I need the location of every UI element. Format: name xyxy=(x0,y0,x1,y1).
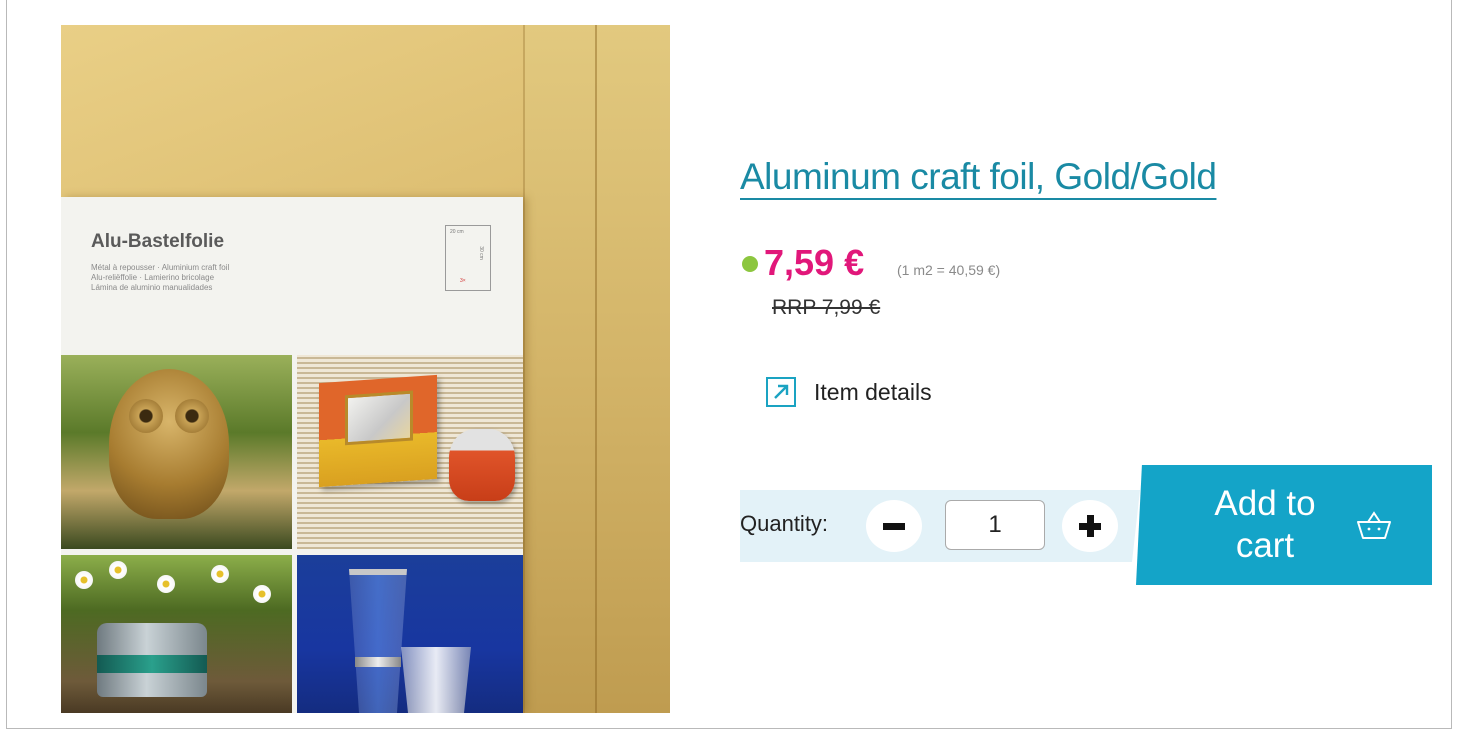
watering-can-photo xyxy=(61,555,292,713)
pack-subtitle: Métal à repousser · Aluminium craft foil… xyxy=(91,263,230,292)
flower xyxy=(211,565,229,583)
flower xyxy=(253,585,271,603)
product-image[interactable]: Alu-Bastelfolie Métal à repousser · Alum… xyxy=(61,25,670,713)
owl-eye xyxy=(129,399,163,433)
add-to-cart-button[interactable]: Add to cart xyxy=(1136,465,1432,585)
owl-photo xyxy=(61,355,292,549)
owl-eye xyxy=(175,399,209,433)
quantity-input[interactable] xyxy=(945,500,1045,550)
pack-title: Alu-Bastelfolie xyxy=(91,231,225,252)
add-to-cart-label: Add to cart xyxy=(1214,484,1316,565)
plus-icon-bar xyxy=(1086,515,1094,537)
increase-quantity-button[interactable] xyxy=(1062,500,1118,552)
owl-figure xyxy=(109,369,229,519)
gift-box-lid xyxy=(345,390,413,446)
pack-size-width: 20 cm xyxy=(450,229,464,235)
pack-size-box: 20 cm 30 cm 3× xyxy=(445,225,491,291)
pack-quantity: 3× xyxy=(460,278,466,284)
rrp-price: RRP 7,99 € xyxy=(772,296,881,319)
vase-photo xyxy=(297,555,523,713)
item-details-link[interactable]: Item details xyxy=(766,374,932,410)
basket-icon xyxy=(1357,511,1391,539)
quantity-label: Quantity: xyxy=(740,511,829,536)
flower xyxy=(157,575,175,593)
glass xyxy=(401,647,471,713)
gift-box xyxy=(319,374,437,488)
item-details-label: Item details xyxy=(814,378,932,405)
product-pack: Alu-Bastelfolie Métal à repousser · Alum… xyxy=(61,197,523,713)
flower xyxy=(75,571,93,589)
unit-price: (1 m2 = 40,59 €) xyxy=(897,262,1001,278)
watering-can-band xyxy=(97,655,207,673)
round-box xyxy=(449,429,515,501)
decrease-quantity-button[interactable] xyxy=(866,500,922,552)
vase xyxy=(349,569,407,713)
vase-band xyxy=(355,657,401,667)
pack-size-height: 30 cm xyxy=(478,246,485,260)
product-title-link[interactable]: Aluminum craft foil, Gold/Gold xyxy=(740,156,1217,198)
flower xyxy=(109,561,127,579)
foil-sheet xyxy=(595,25,670,713)
external-link-arrow-icon xyxy=(766,377,796,407)
gift-box-photo xyxy=(297,355,523,549)
minus-icon xyxy=(883,522,905,530)
in-stock-indicator-icon xyxy=(742,256,758,272)
plus-icon xyxy=(1079,515,1101,537)
product-price: 7,59 € xyxy=(764,242,865,283)
